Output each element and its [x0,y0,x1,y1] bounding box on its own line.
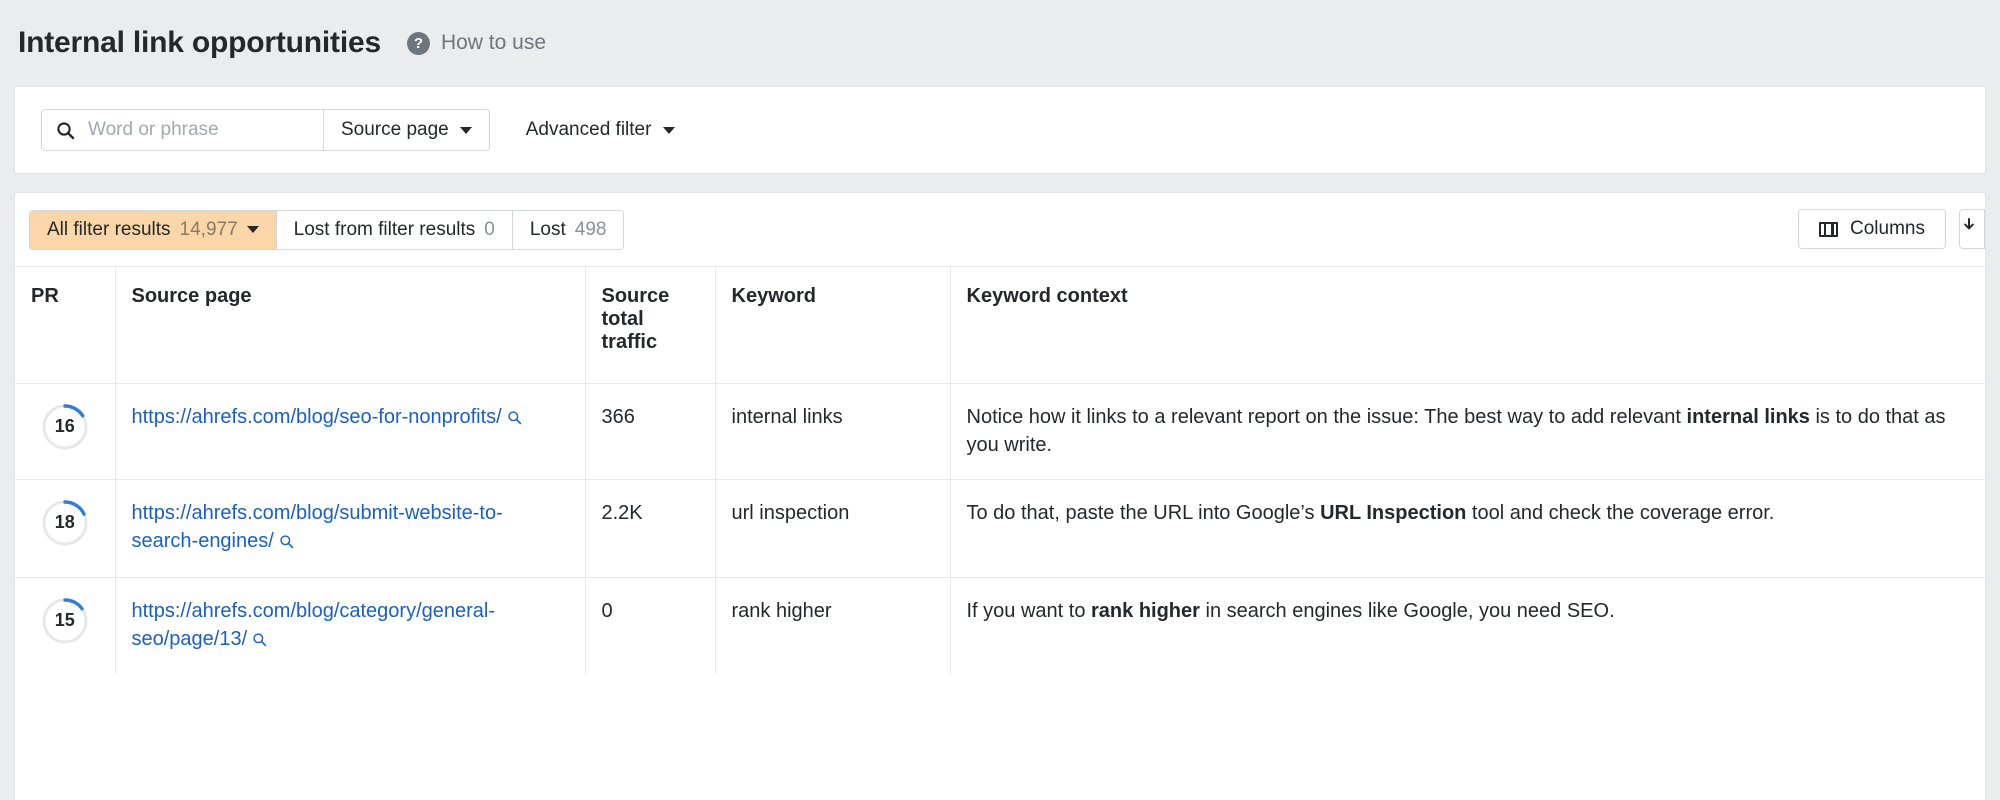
source-page-select-label: Source page [341,119,449,140]
columns-button[interactable]: Columns [1798,209,1946,249]
cell-source-total-traffic: 366 [585,383,716,480]
pr-value: 18 [54,512,75,532]
source-page-select[interactable]: Source page [324,110,489,150]
search-field[interactable] [42,110,323,150]
tab-all-filter-results-count: 14,977 [179,218,238,240]
columns-icon [1819,221,1839,237]
export-button[interactable] [1959,209,1985,249]
table-body: 16 https://ahrefs.com/blog/seo-for-nonpro… [15,383,1985,675]
cell-keyword-context: Notice how it links to a relevant report… [950,383,1985,480]
cell-source-page: https://ahrefs.com/blog/seo-for-nonprofi… [115,383,586,480]
search-icon[interactable] [252,627,267,655]
tab-lost-from-filter-results-count: 0 [484,218,495,240]
table-row: 18 https://ahrefs.com/blog/submit-website… [15,478,1985,578]
column-header-source-page-label: Source page [131,285,252,307]
tab-lost[interactable]: Lost 498 [512,210,624,249]
table-header-row: PR Source page Source total traffic Keyw… [15,266,1985,384]
column-header-keyword-label: Keyword [731,285,816,307]
cell-pr: 16 [15,383,116,480]
results-table: PR Source page Source total traffic Keyw… [15,266,1985,675]
export-icon [1960,217,1978,241]
search-icon[interactable] [507,405,522,433]
pr-gauge: 18 [41,499,89,547]
chevron-down-icon [663,126,676,134]
columns-button-label: Columns [1850,218,1925,239]
pr-gauge: 16 [41,403,89,451]
cell-source-total-traffic: 0 [585,576,716,675]
filters-panel: Source page Advanced filter [14,86,1986,174]
pr-value: 15 [54,609,75,630]
column-header-source-page[interactable]: Source page [115,266,586,384]
column-header-source-total-traffic[interactable]: Source total traffic [585,266,716,384]
cell-pr: 15 [15,576,116,675]
toolbar-actions: Columns [1798,209,1985,249]
tab-all-filter-results[interactable]: All filter results 14,977 [30,210,277,249]
column-header-keyword-context[interactable]: Keyword context [950,266,1985,384]
chevron-down-icon [246,226,259,233]
cell-keyword-context: If you want to rank higher in search eng… [950,576,1985,675]
search-combo: Source page [41,109,490,151]
column-header-pr[interactable]: PR [15,266,116,384]
source-page-link[interactable]: https://ahrefs.com/blog/category/general… [132,600,496,650]
cell-keyword: internal links [715,383,951,480]
results-toolbar: All filter results 14,977 Lost from filt… [15,193,1985,266]
question-mark-icon: ? [406,31,430,55]
search-icon[interactable] [279,529,294,557]
cell-source-page: https://ahrefs.com/blog/category/general… [115,576,586,675]
column-header-keyword[interactable]: Keyword [715,266,951,384]
column-header-source-total-traffic-label: Source total traffic [601,285,670,353]
tab-all-filter-results-label: All filter results [47,218,171,240]
column-header-keyword-context-label: Keyword context [966,285,1128,307]
column-header-pr-label: PR [31,285,59,307]
filter-tabs: All filter results 14,977 Lost from filt… [29,209,625,250]
table-row: 15 https://ahrefs.com/blog/category/gener… [15,576,1985,675]
cell-pr: 18 [15,478,116,578]
cell-keyword: rank higher [715,576,951,675]
tab-lost-from-filter-results[interactable]: Lost from filter results 0 [276,210,513,249]
cell-keyword: url inspection [715,478,951,578]
cell-source-total-traffic: 2.2K [585,478,716,578]
source-page-link[interactable]: https://ahrefs.com/blog/submit-website-t… [132,502,503,552]
source-page-link[interactable]: https://ahrefs.com/blog/seo-for-nonprofi… [132,406,502,428]
table-head: PR Source page Source total traffic Keyw… [15,266,1985,384]
advanced-filter-button[interactable]: Advanced filter [526,119,676,141]
results-panel: All filter results 14,977 Lost from filt… [14,192,1986,800]
pr-gauge: 15 [41,597,89,645]
search-input[interactable] [86,118,309,142]
cell-source-page: https://ahrefs.com/blog/submit-website-t… [115,478,586,578]
how-to-use-label: How to use [440,31,547,54]
page-title: Internal link opportunities [18,26,381,59]
how-to-use-link[interactable]: ? How to use [406,31,547,55]
tab-lost-label: Lost [529,218,566,240]
tab-lost-count: 498 [574,218,607,240]
pr-value: 16 [54,416,75,437]
chevron-down-icon [459,126,472,134]
table-row: 16 https://ahrefs.com/blog/seo-for-nonpro… [15,383,1985,480]
tab-lost-from-filter-results-label: Lost from filter results [293,218,476,240]
search-icon [56,121,75,140]
cell-keyword-context: To do that, paste the URL into Google’s … [950,478,1985,578]
advanced-filter-label: Advanced filter [525,119,652,140]
page-header: Internal link opportunities ? How to use [0,0,2000,86]
